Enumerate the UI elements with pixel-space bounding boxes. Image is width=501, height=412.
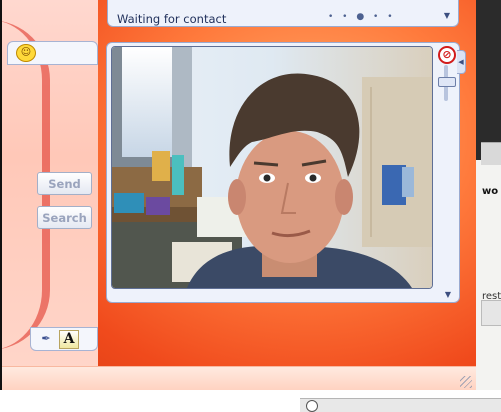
font-button[interactable]: A (59, 330, 79, 349)
resize-grip[interactable] (460, 376, 472, 388)
smiley-icon[interactable]: ☺ (16, 44, 36, 62)
background-app-toolbar (481, 142, 501, 165)
send-button[interactable]: Send (37, 172, 92, 195)
messenger-window: Waiting for contact • • ● • • ▼ ☺ Send S… (2, 0, 476, 390)
contact-status-panel: Waiting for contact • • ● • • ▼ (107, 0, 459, 27)
scroll-icon (306, 400, 318, 412)
webcam-panel: ⊘ ▼ (106, 42, 460, 303)
background-app-scrollbar (300, 398, 501, 412)
search-button[interactable]: Search (37, 206, 92, 229)
webcam-image (112, 47, 432, 288)
font-toolbar: ✒ A (30, 327, 98, 351)
status-bar (2, 366, 476, 390)
background-app-text: wo (482, 186, 499, 197)
background-app-field (481, 300, 501, 326)
activity-dots: • • ● • • (328, 12, 396, 22)
volume-slider-thumb[interactable] (438, 77, 456, 87)
chevron-down-icon[interactable]: ▼ (445, 290, 451, 299)
block-icon[interactable]: ⊘ (438, 46, 456, 64)
emoticon-bar: ☺ (7, 41, 98, 65)
pen-icon[interactable]: ✒ (37, 330, 55, 347)
panel-collapse-tab[interactable]: ◀ (457, 50, 466, 74)
webcam-video (111, 46, 433, 289)
chevron-down-icon[interactable]: ▼ (444, 11, 450, 20)
background-app-dark-region (476, 0, 501, 160)
status-text: Waiting for contact (117, 12, 227, 26)
